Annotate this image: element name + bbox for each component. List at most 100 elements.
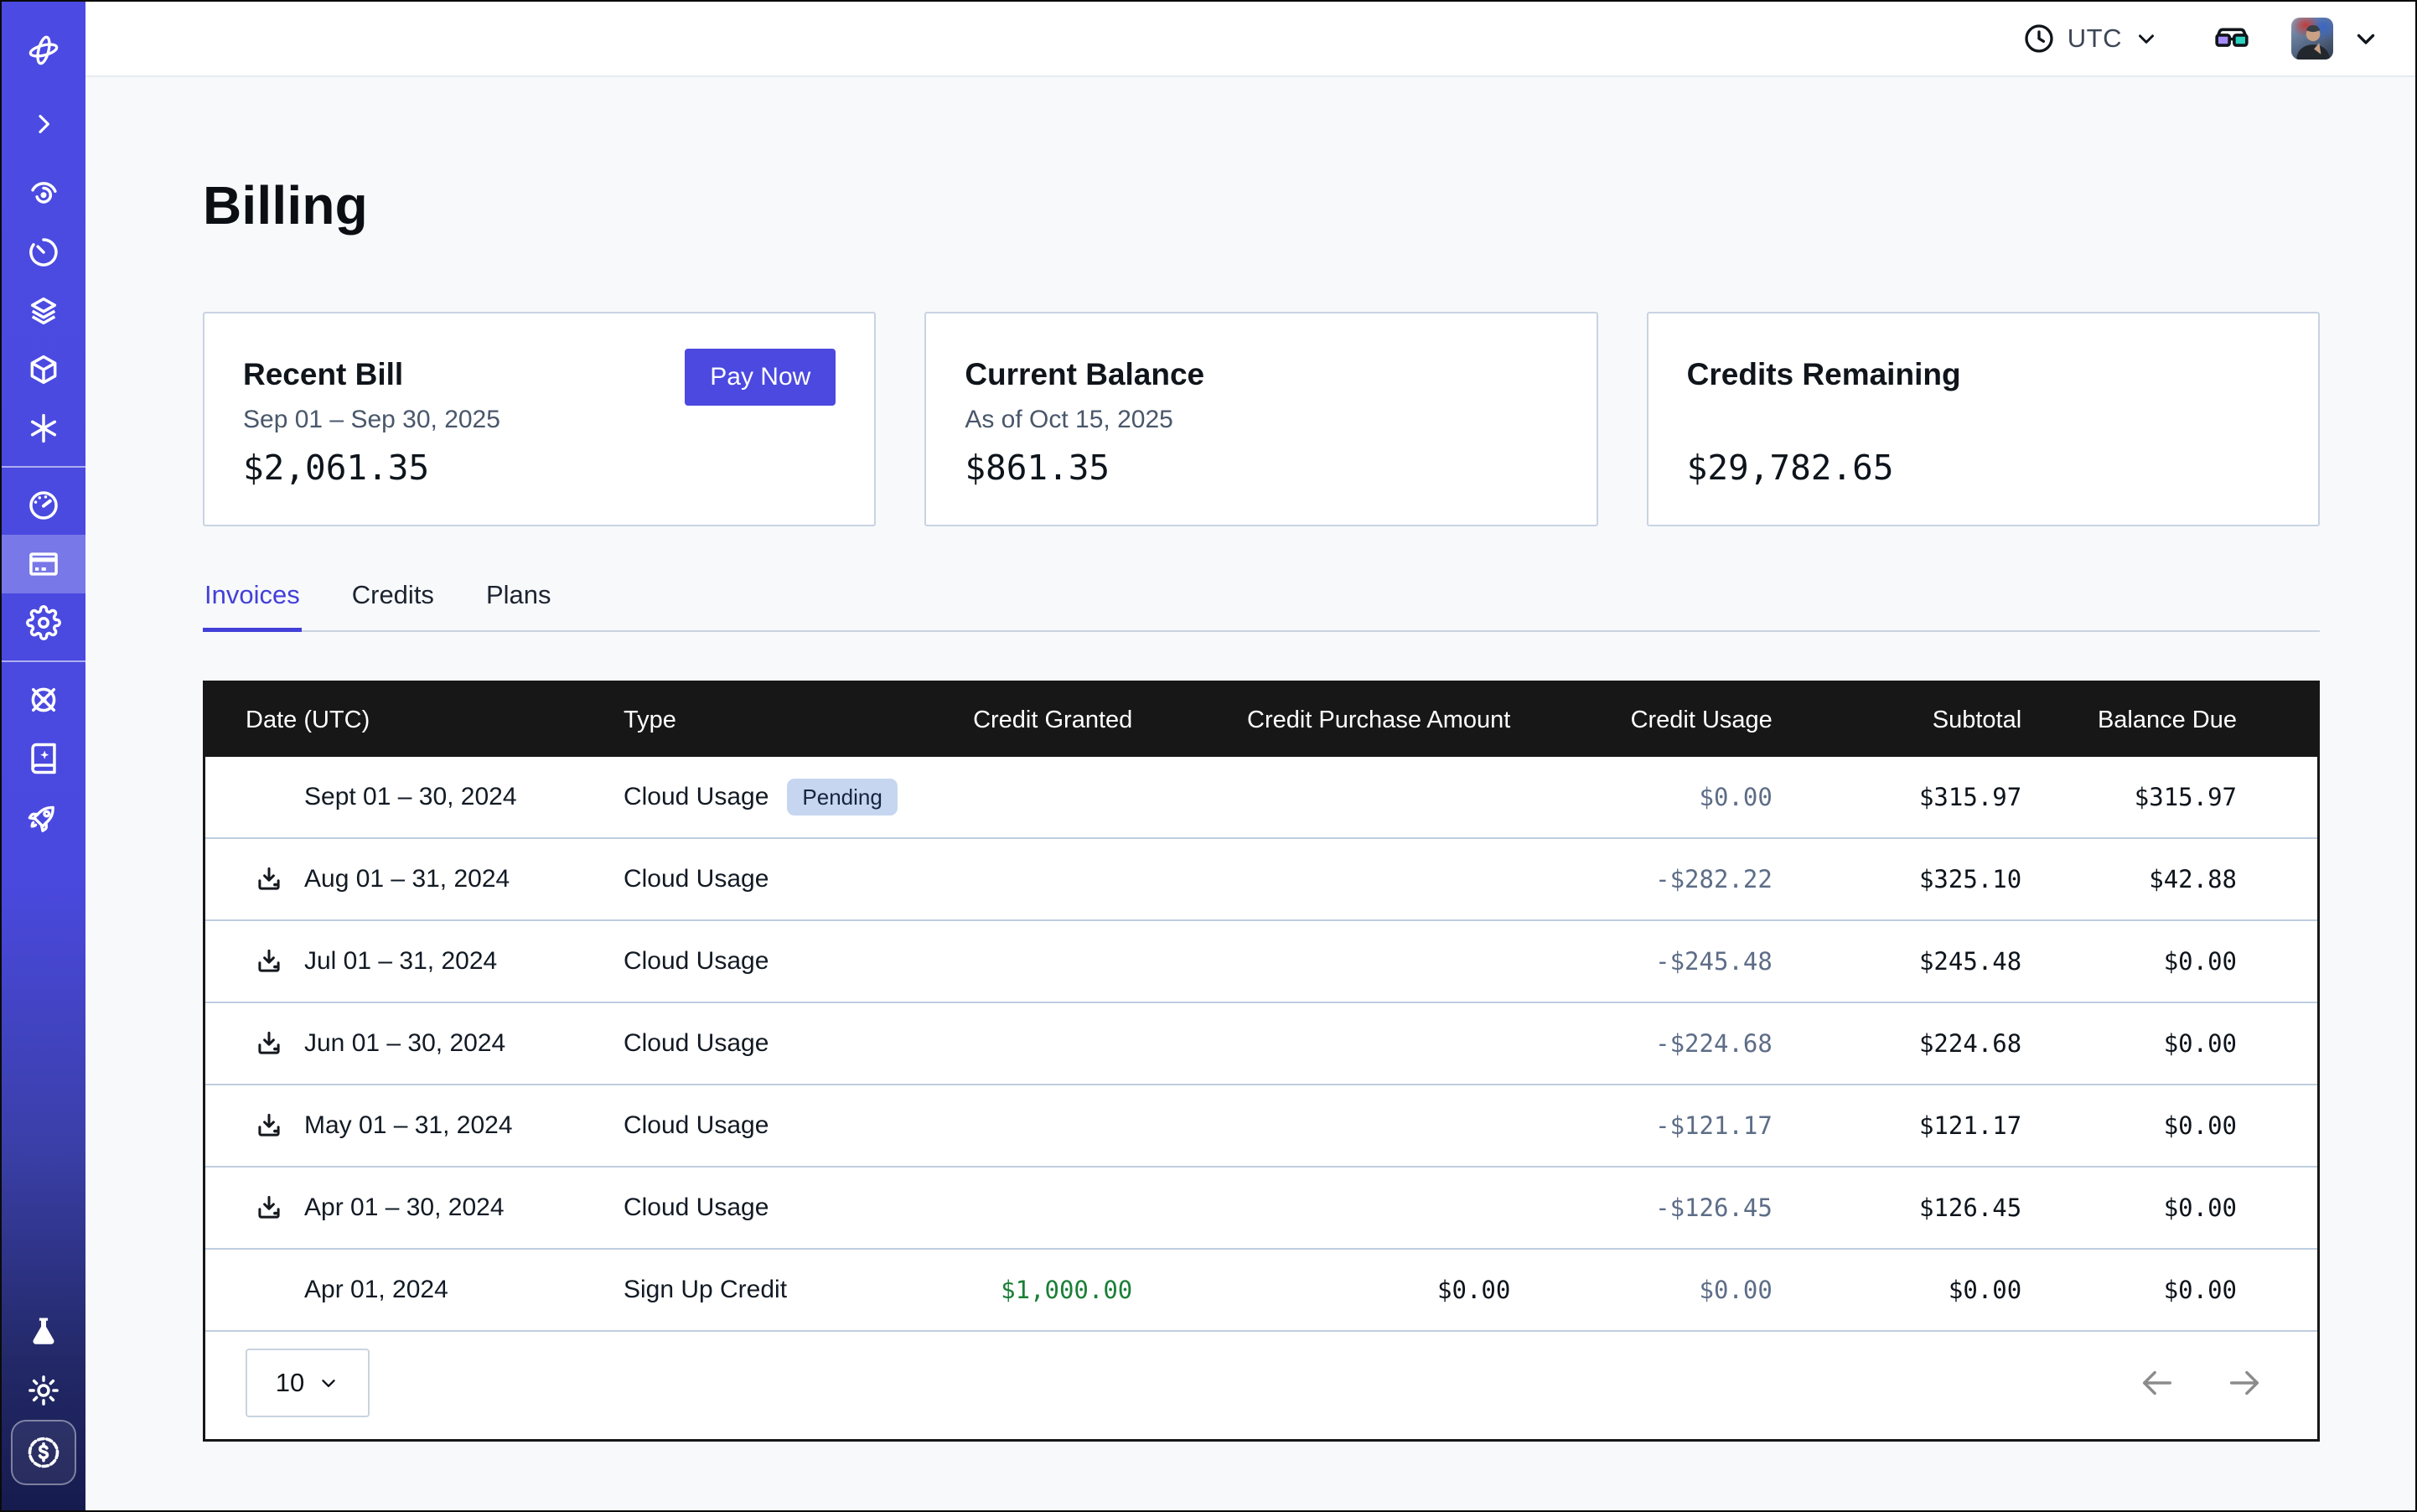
column-header-credit-usage: Credit Usage [1510,683,1772,757]
topbar: UTC [85,2,2415,77]
page-size-select[interactable]: 10 [246,1349,370,1417]
download-icon [254,864,284,894]
subtotal-value: $245.48 [1773,920,2021,1002]
sidebar-item-experiments[interactable] [2,1302,85,1361]
sidebar-item-theme-toggle[interactable] [2,1361,85,1420]
download-invoice-button[interactable] [254,1028,284,1059]
subtotal-value: $0.00 [1773,1249,2021,1331]
column-header-type: Type [624,683,925,757]
timezone-selector[interactable]: UTC [2022,22,2159,55]
tab-invoices[interactable]: Invoices [203,580,302,630]
card-title: Current Balance [965,357,1557,392]
balance-due-value: $0.00 [2021,1085,2317,1167]
recent-bill-card: Recent Bill Sep 01 – Sep 30, 2025 $2,061… [203,312,876,526]
balance-due-value: $0.00 [2021,1249,2317,1331]
sidebar-divider [2,660,85,662]
credit-purchase-value [1132,757,1510,838]
sidebar-item-settings[interactable] [2,593,85,652]
download-invoice-button[interactable] [254,1111,284,1141]
tab-plans[interactable]: Plans [484,580,553,630]
invoice-type: Cloud Usage [624,865,769,893]
credit-usage-value: -$245.48 [1510,920,1772,1002]
sidebar-item-history[interactable] [2,223,85,282]
main-area: UTC [85,2,2415,1510]
invoice-type: Sign Up Credit [624,1276,787,1304]
credit-purchase-value [1132,1002,1510,1085]
table-header: Date (UTC) Type Credit Granted Credit Pu… [205,683,2317,757]
download-icon [254,1193,284,1223]
flask-icon [26,1314,61,1349]
pay-now-button[interactable]: Pay Now [685,349,836,406]
gauge-icon [26,488,61,523]
card-subtitle: As of Oct 15, 2025 [965,406,1557,434]
sidebar-item-rewards[interactable] [11,1420,76,1485]
subtotal-value: $121.17 [1773,1085,2021,1167]
layers-icon [26,293,61,329]
column-header-balance-due: Balance Due [2021,683,2317,757]
sidebar-item-billing[interactable] [2,535,85,593]
credit-purchase-value [1132,838,1510,920]
credit-usage-value: $0.00 [1510,757,1772,838]
invoice-date: Apr 01, 2024 [304,1276,448,1304]
reader-mode-button[interactable] [2213,19,2251,58]
credit-granted-value: $1,000.00 [925,1249,1132,1331]
current-balance-amount: $861.35 [965,448,1110,488]
table-row: Apr 01 – 30, 2024 Cloud Usage -$126.45 $… [205,1167,2317,1249]
table-row: Aug 01 – 31, 2024 Cloud Usage -$282.22 $… [205,838,2317,920]
subtotal-value: $126.45 [1773,1167,2021,1249]
billing-summary-cards: Recent Bill Sep 01 – Sep 30, 2025 $2,061… [203,312,2320,526]
sidebar-item-fleet[interactable] [2,671,85,729]
sidebar-item-docs[interactable] [2,729,85,788]
sidebar-nav-account [2,476,85,652]
card-subtitle [1687,406,2280,434]
tab-credits[interactable]: Credits [350,580,436,630]
download-invoice-button[interactable] [254,946,284,976]
invoice-date: Jul 01 – 31, 2024 [304,947,497,976]
account-menu-button[interactable] [2352,24,2380,53]
next-page-button[interactable] [2225,1364,2264,1402]
sidebar-nav-primary [2,164,85,458]
sidebar-nav-resources [2,671,85,847]
sidebar-item-layers[interactable] [2,282,85,340]
sidebar-item-compute[interactable] [2,340,85,399]
helm-icon [26,682,61,717]
spiral-eye-icon [26,176,61,211]
invoice-type: Cloud Usage [624,783,769,811]
credits-remaining-amount: $29,782.65 [1687,448,1894,488]
credit-card-icon [26,546,61,582]
sidebar-item-usage[interactable] [2,476,85,535]
download-icon [254,946,284,976]
card-title: Credits Remaining [1687,357,2280,392]
asterisk-icon [26,411,61,446]
balance-due-value: $315.97 [2021,757,2317,838]
cube-icon [26,352,61,387]
gear-icon [26,605,61,640]
card-subtitle: Sep 01 – Sep 30, 2025 [243,406,836,434]
invoice-date: May 01 – 31, 2024 [304,1111,513,1140]
credit-usage-value: -$126.45 [1510,1167,1772,1249]
subtotal-value: $315.97 [1773,757,2021,838]
download-icon [254,1111,284,1141]
table-row: May 01 – 31, 2024 Cloud Usage -$121.17 $… [205,1085,2317,1167]
previous-page-button[interactable] [2138,1364,2176,1402]
table-row: Jul 01 – 31, 2024 Cloud Usage -$245.48 $… [205,920,2317,1002]
logo[interactable] [2,23,85,77]
sidebar-expand-button[interactable] [2,99,85,149]
column-header-credit-purchase: Credit Purchase Amount [1132,683,1510,757]
sidebar-item-observe[interactable] [2,164,85,223]
credit-purchase-value [1132,1085,1510,1167]
table-row: Apr 01, 2024 Sign Up Credit $1,000.00 $0… [205,1249,2317,1331]
user-avatar[interactable] [2291,18,2333,60]
download-invoice-button[interactable] [254,864,284,894]
avatar-silhouette [2291,18,2333,60]
dollar-badge-icon [24,1433,63,1472]
chevron-down-icon [2134,26,2159,51]
sidebar-item-launch[interactable] [2,788,85,847]
credit-granted-value [925,838,1132,920]
sidebar-item-services[interactable] [2,399,85,458]
sidebar-divider [2,466,85,468]
column-header-subtotal: Subtotal [1773,683,2021,757]
credit-usage-value: -$121.17 [1510,1085,1772,1167]
download-invoice-button[interactable] [254,1193,284,1223]
column-header-date: Date (UTC) [205,683,624,757]
